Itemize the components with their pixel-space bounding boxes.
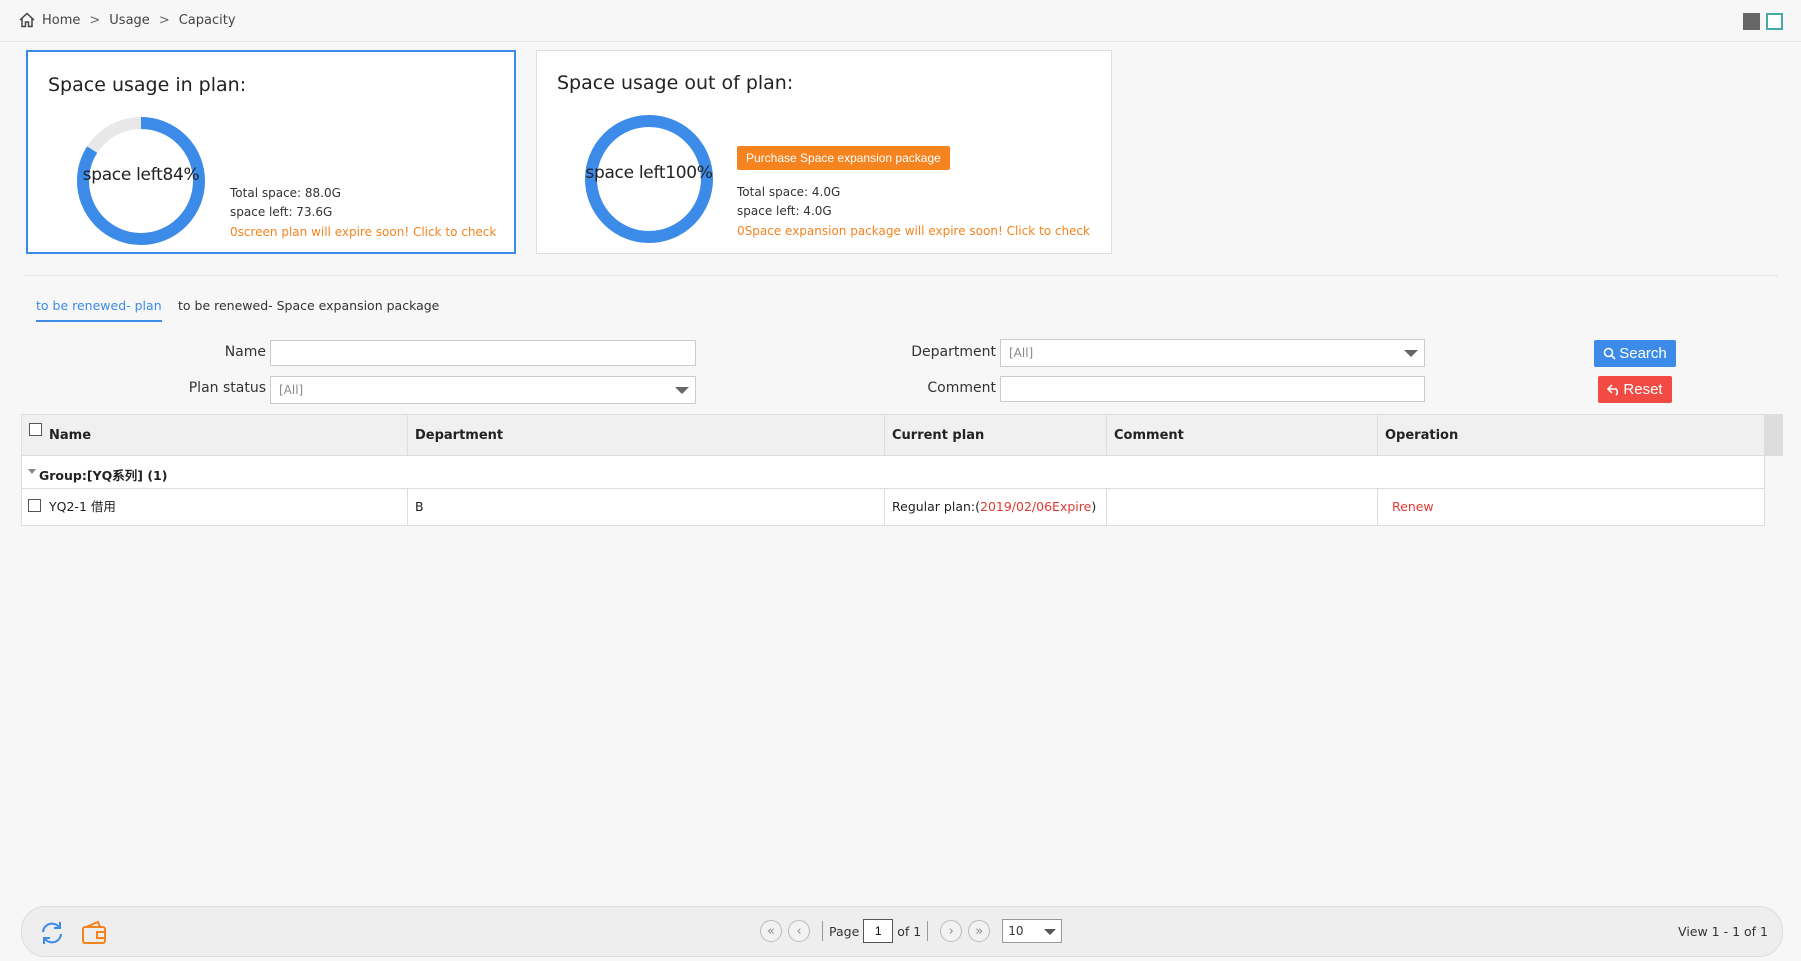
- expire-warning-link[interactable]: 0Space expansion package will expire soo…: [737, 224, 1090, 238]
- column-header-operation[interactable]: Operation: [1378, 415, 1766, 455]
- space-in-plan-card[interactable]: Space usage in plan: space left84% Total…: [26, 50, 516, 254]
- home-icon[interactable]: [18, 12, 36, 28]
- view-toggles: [1743, 13, 1783, 30]
- renew-link[interactable]: Renew: [1392, 499, 1434, 514]
- card-title: Space usage in plan:: [48, 74, 247, 96]
- search-button[interactable]: Search: [1594, 340, 1676, 367]
- last-page-icon[interactable]: »: [968, 920, 991, 942]
- breadcrumb-separator: >: [89, 12, 101, 28]
- breadcrumb-separator: >: [158, 12, 170, 28]
- breadcrumb-home[interactable]: Home: [42, 13, 80, 28]
- reset-icon: [1607, 383, 1619, 396]
- group-row[interactable]: Group:[YQ系列] (1): [21, 456, 1765, 489]
- total-space: Total space: 4.0G: [737, 185, 841, 199]
- tab-renew-plan[interactable]: to be renewed- plan: [36, 298, 162, 322]
- space-out-of-plan-card[interactable]: Space usage out of plan: space left100% …: [536, 50, 1112, 254]
- name-input[interactable]: [270, 340, 696, 366]
- collapse-triangle-icon[interactable]: [28, 469, 36, 474]
- table-header: Name Department Current plan Comment Ope…: [21, 414, 1783, 456]
- expire-warning-link[interactable]: 0screen plan will expire soon! Click to …: [230, 225, 496, 239]
- department-label: Department: [911, 344, 996, 360]
- divider: [25, 275, 1778, 276]
- cell-operation: Renew: [1378, 489, 1766, 525]
- refresh-icon[interactable]: [38, 920, 66, 946]
- separator: [927, 921, 929, 941]
- plan-status-value: [All]: [279, 383, 304, 397]
- card-title: Space usage out of plan:: [557, 72, 794, 94]
- page-label: Page: [829, 923, 860, 939]
- name-label: Name: [224, 344, 266, 360]
- plan-expire-date: 2019/02/06Expire: [980, 499, 1092, 514]
- cell-department: B: [408, 489, 885, 525]
- breadcrumb-capacity: Capacity: [178, 12, 236, 28]
- donut-label: space left84%: [82, 165, 200, 185]
- first-page-icon[interactable]: «: [760, 920, 782, 942]
- department-value: [All]: [1009, 346, 1034, 360]
- row-checkbox[interactable]: [28, 499, 41, 512]
- tab-renew-expansion[interactable]: to be renewed- Space expansion package: [178, 298, 439, 313]
- plan-suffix: ): [1091, 499, 1097, 514]
- column-header-current-plan[interactable]: Current plan: [885, 415, 1107, 455]
- total-space: Total space: 88.0G: [230, 186, 341, 200]
- plan-prefix: Regular plan:(: [892, 499, 980, 514]
- chevron-down-icon: [675, 387, 689, 394]
- page-size-value: 10: [1008, 924, 1024, 938]
- comment-label: Comment: [927, 380, 996, 396]
- top-bar: Home > Usage > Capacity: [0, 0, 1801, 42]
- separator: [822, 921, 823, 941]
- plan-status-select[interactable]: [All]: [270, 376, 696, 404]
- pagination: « ‹ Page of 1 › » 10: [760, 919, 1063, 943]
- reset-label: Reset: [1623, 381, 1663, 398]
- column-header-comment[interactable]: Comment: [1107, 415, 1378, 455]
- prev-page-icon[interactable]: ‹: [788, 920, 810, 942]
- chevron-down-icon: [1404, 350, 1418, 357]
- dark-view-toggle[interactable]: [1743, 13, 1760, 30]
- donut-label: space left100%: [585, 163, 713, 183]
- scrollbar-corner: [1764, 415, 1782, 455]
- search-icon: [1603, 347, 1616, 360]
- department-select[interactable]: [All]: [1000, 339, 1425, 367]
- select-all-checkbox[interactable]: [29, 423, 42, 436]
- page-size-select[interactable]: 10: [1002, 919, 1063, 943]
- light-view-toggle[interactable]: [1766, 13, 1783, 30]
- column-header-name[interactable]: Name: [42, 415, 408, 455]
- group-label: Group:[YQ系列] (1): [39, 468, 168, 483]
- breadcrumb: Home > Usage > Capacity: [18, 12, 236, 28]
- cell-name: YQ2-1 借用: [42, 489, 408, 525]
- chevron-down-icon: [1044, 929, 1057, 935]
- comment-input[interactable]: [1000, 376, 1425, 402]
- purchase-expansion-button[interactable]: Purchase Space expansion package: [737, 146, 950, 170]
- wallet-icon[interactable]: [80, 920, 108, 946]
- search-label: Search: [1619, 345, 1667, 362]
- view-info: View 1 - 1 of 1: [1678, 924, 1768, 939]
- table-row[interactable]: YQ2-1 借用 B Regular plan:(2019/02/06Expir…: [21, 489, 1765, 526]
- cell-current-plan: Regular plan:(2019/02/06Expire): [885, 489, 1107, 525]
- space-left: space left: 4.0G: [737, 204, 832, 218]
- next-page-icon[interactable]: ›: [940, 920, 963, 942]
- reset-button[interactable]: Reset: [1598, 376, 1672, 403]
- page-number-input[interactable]: [863, 919, 894, 943]
- column-header-department[interactable]: Department: [408, 415, 885, 455]
- breadcrumb-usage[interactable]: Usage: [109, 13, 150, 28]
- page-total: of 1: [897, 923, 922, 939]
- pager-footer: « ‹ Page of 1 › » 10 View 1 - 1 of 1: [21, 906, 1783, 957]
- cell-comment: [1107, 489, 1378, 525]
- plan-status-label: Plan status: [188, 380, 266, 396]
- space-left: space left: 73.6G: [230, 205, 333, 219]
